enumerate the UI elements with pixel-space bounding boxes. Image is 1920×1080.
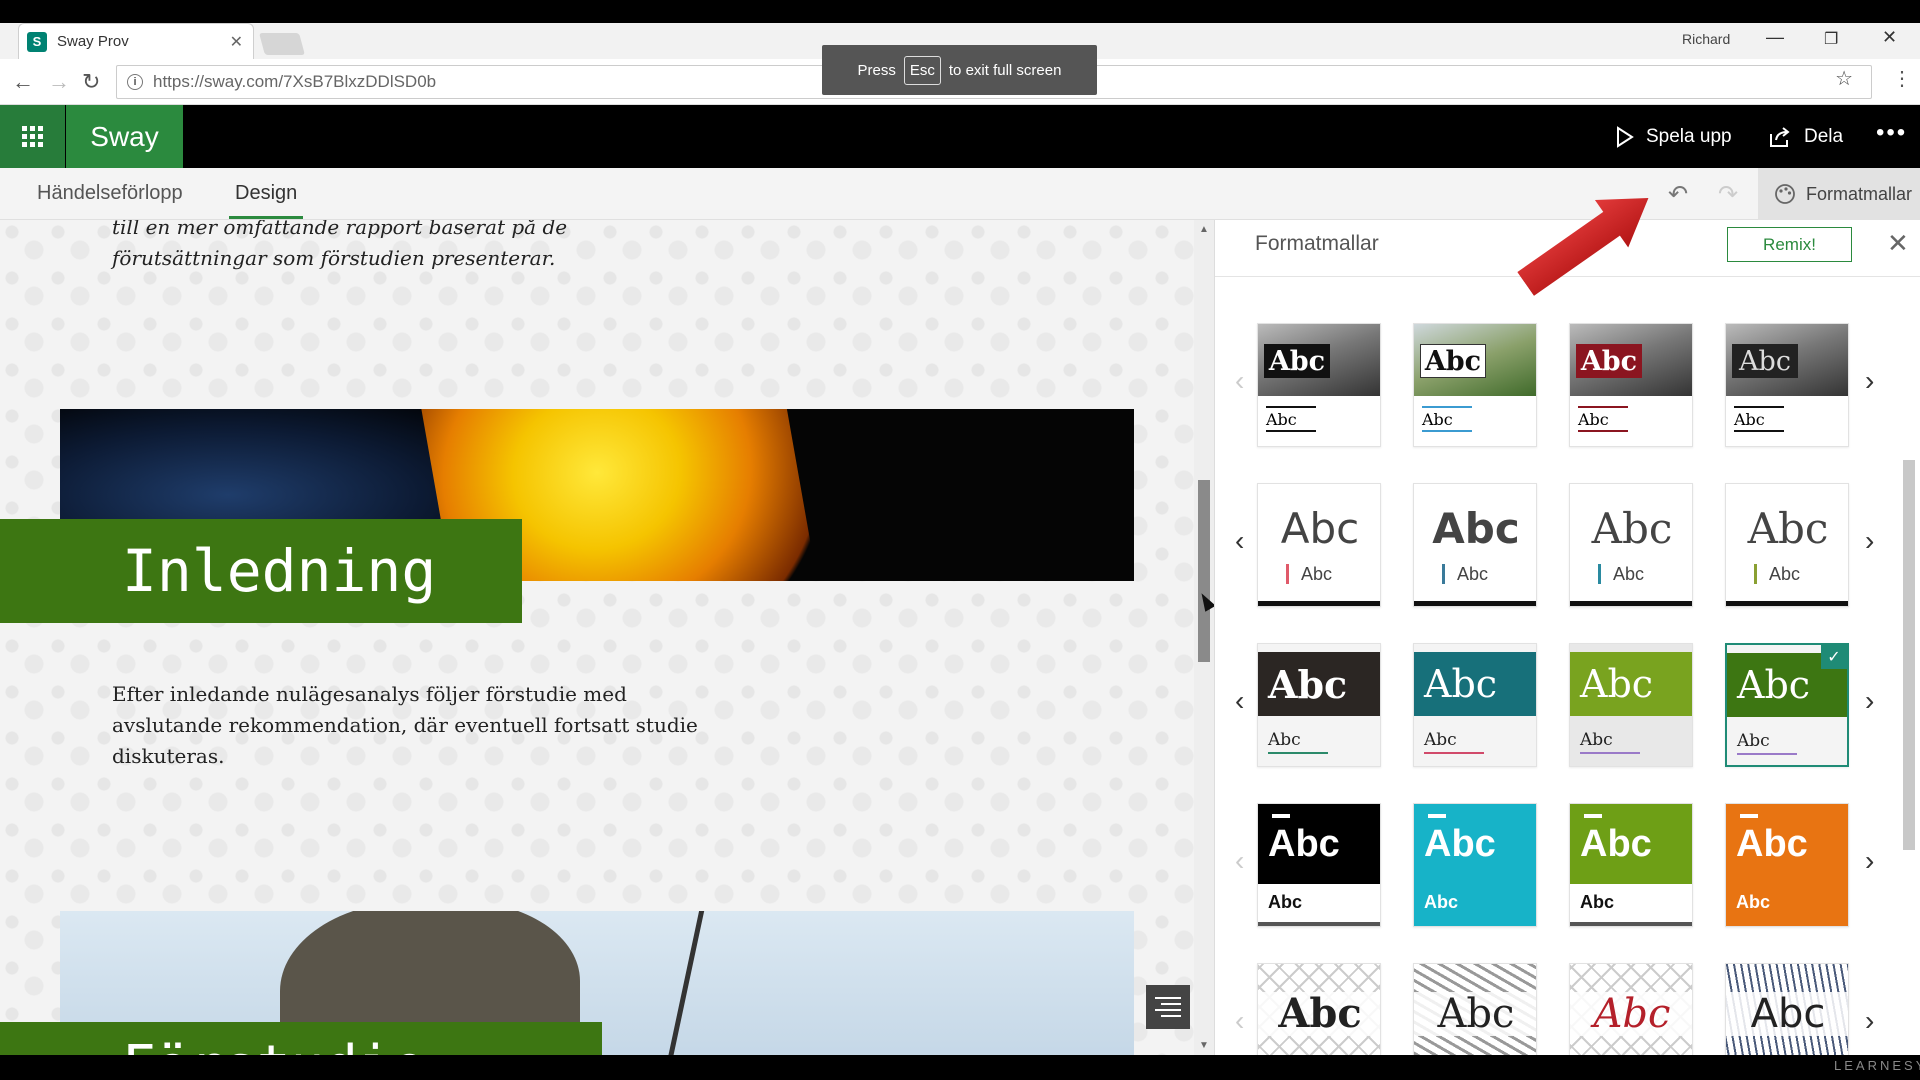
play-label: Spela upp xyxy=(1646,125,1732,147)
screen: S Sway Prov ✕ Richard — ❐ ✕ ← → ↻ i http… xyxy=(0,0,1920,1080)
style-card[interactable]: Abc Abc xyxy=(1413,643,1537,767)
style-card[interactable]: Abc Abc xyxy=(1569,643,1693,767)
style-card[interactable]: Abc Abc xyxy=(1725,323,1849,447)
sway-canvas[interactable]: till en mer omfattande rapport baserat p… xyxy=(0,220,1194,1055)
section-heading-forstudie[interactable]: Förstudie xyxy=(0,1022,602,1055)
scroll-down-icon[interactable]: ▼ xyxy=(1199,1040,1209,1051)
esc-key: Esc xyxy=(903,55,941,85)
styles-panel: Formatmallar Remix! ✕ ‹ Abc Abc Abc Abc … xyxy=(1214,220,1920,1055)
navigation-icon[interactable] xyxy=(1146,985,1190,1029)
new-tab-button[interactable] xyxy=(259,33,305,55)
style-card[interactable]: Abc xyxy=(1569,963,1693,1055)
browser-tab[interactable]: S Sway Prov ✕ xyxy=(18,23,254,59)
scrollbar-thumb[interactable] xyxy=(1198,480,1210,662)
style-card[interactable]: Abc xyxy=(1257,963,1381,1055)
sway-header: Sway Spela upp Dela ••• xyxy=(0,105,1920,168)
canvas-scrollbar[interactable]: ▲ ▼ xyxy=(1194,220,1214,1055)
style-card[interactable]: Abc Abc xyxy=(1569,803,1693,927)
tab-storyline[interactable]: Händelseförlopp xyxy=(37,182,183,205)
profile-name[interactable]: Richard xyxy=(1682,31,1730,47)
play-icon xyxy=(1617,125,1634,148)
chevron-right-icon[interactable]: › xyxy=(1865,845,1874,877)
fullscreen-notice: Press Esc to exit full screen xyxy=(822,45,1097,95)
close-window-icon[interactable]: ✕ xyxy=(1882,27,1897,48)
style-card-selected[interactable]: Abc Abc ✓ xyxy=(1725,643,1849,767)
tab-title: Sway Prov xyxy=(57,33,129,50)
style-card[interactable]: Abc Abc xyxy=(1569,323,1693,447)
chevron-left-icon[interactable]: ‹ xyxy=(1235,845,1244,877)
style-card[interactable]: Abc Abc xyxy=(1725,483,1849,607)
styles-button[interactable]: Formatmallar xyxy=(1758,168,1920,220)
sway-favicon-icon: S xyxy=(27,31,47,52)
section-paragraph: Efter inledande nulägesanalys följer för… xyxy=(112,682,698,768)
close-panel-icon[interactable]: ✕ xyxy=(1887,228,1909,259)
chevron-right-icon[interactable]: › xyxy=(1865,1005,1874,1037)
style-row: ‹ Abc Abc Abc Abc Abc Abc Abc Abc › xyxy=(1215,323,1920,447)
styles-button-label: Formatmallar xyxy=(1806,183,1913,204)
style-row: ‹ Abc Abc Abc Abc › xyxy=(1215,963,1920,1055)
style-card[interactable]: Abc xyxy=(1413,963,1537,1055)
chevron-left-icon[interactable]: ‹ xyxy=(1235,685,1244,717)
share-icon xyxy=(1770,126,1790,147)
style-card[interactable]: Abc Abc xyxy=(1257,323,1381,447)
site-info-icon[interactable]: i xyxy=(127,74,143,90)
url-text: https://sway.com/7XsB7BlxzDDlSD0b xyxy=(153,72,437,91)
redo-icon[interactable]: ↷ xyxy=(1718,180,1738,209)
bookmark-star-icon[interactable]: ☆ xyxy=(1835,66,1853,91)
chevron-left-icon[interactable]: ‹ xyxy=(1235,525,1244,557)
style-card[interactable]: Abc Abc xyxy=(1725,803,1849,927)
reload-icon[interactable]: ↻ xyxy=(82,69,100,95)
back-icon[interactable]: ← xyxy=(12,69,34,95)
chevron-right-icon[interactable]: › xyxy=(1865,365,1874,397)
style-card[interactable]: Abc Abc xyxy=(1257,803,1381,927)
chevron-right-icon[interactable]: › xyxy=(1865,685,1874,717)
play-button[interactable]: Spela upp xyxy=(1616,105,1732,168)
close-tab-icon[interactable]: ✕ xyxy=(230,32,243,52)
remix-button[interactable]: Remix! xyxy=(1727,227,1852,262)
sway-brand[interactable]: Sway xyxy=(66,105,183,168)
learnesy-watermark: LEARNESY xyxy=(1834,1058,1920,1073)
scroll-up-icon[interactable]: ▲ xyxy=(1199,224,1209,235)
chevron-right-icon[interactable]: › xyxy=(1865,525,1874,557)
style-card[interactable]: Abc xyxy=(1725,963,1849,1055)
fullscreen-press-text: Press xyxy=(857,61,896,79)
palette-icon xyxy=(1775,184,1795,204)
chevron-left-icon[interactable]: ‹ xyxy=(1235,1005,1244,1037)
section-heading-inledning[interactable]: Inledning xyxy=(0,519,522,623)
app-launcher-icon[interactable] xyxy=(0,105,65,168)
style-card[interactable]: Abc Abc xyxy=(1413,483,1537,607)
style-row: ‹ Abc Abc Abc Abc Abc Abc Abc Abc ✓ › xyxy=(1215,643,1920,767)
minimize-icon[interactable]: — xyxy=(1766,27,1784,48)
restore-icon[interactable]: ❐ xyxy=(1824,29,1838,49)
forward-icon[interactable]: → xyxy=(48,69,70,95)
style-row: ‹ Abc Abc Abc Abc Abc Abc Abc Abc › xyxy=(1215,803,1920,927)
tab-design[interactable]: Design xyxy=(228,182,304,219)
checkmark-icon: ✓ xyxy=(1821,645,1847,669)
undo-icon[interactable]: ↶ xyxy=(1668,180,1688,209)
style-card[interactable]: Abc Abc xyxy=(1413,323,1537,447)
style-row: ‹ Abc Abc Abc Abc Abc Abc Abc Abc › xyxy=(1215,483,1920,607)
chevron-left-icon[interactable]: ‹ xyxy=(1235,365,1244,397)
share-button[interactable]: Dela xyxy=(1768,105,1843,168)
browser-menu-icon[interactable]: ⋮ xyxy=(1892,66,1912,91)
share-label: Dela xyxy=(1804,125,1844,147)
fullscreen-rest-text: to exit full screen xyxy=(948,61,1062,79)
style-card[interactable]: Abc Abc xyxy=(1257,643,1381,767)
style-card[interactable]: Abc Abc xyxy=(1413,803,1537,927)
more-options-icon[interactable]: ••• xyxy=(1876,119,1907,147)
panel-title: Formatmallar xyxy=(1255,232,1379,255)
style-card[interactable]: Abc Abc xyxy=(1569,483,1693,607)
intro-paragraph: till en mer omfattande rapport baserat p… xyxy=(112,220,568,270)
style-card[interactable]: Abc Abc xyxy=(1257,483,1381,607)
